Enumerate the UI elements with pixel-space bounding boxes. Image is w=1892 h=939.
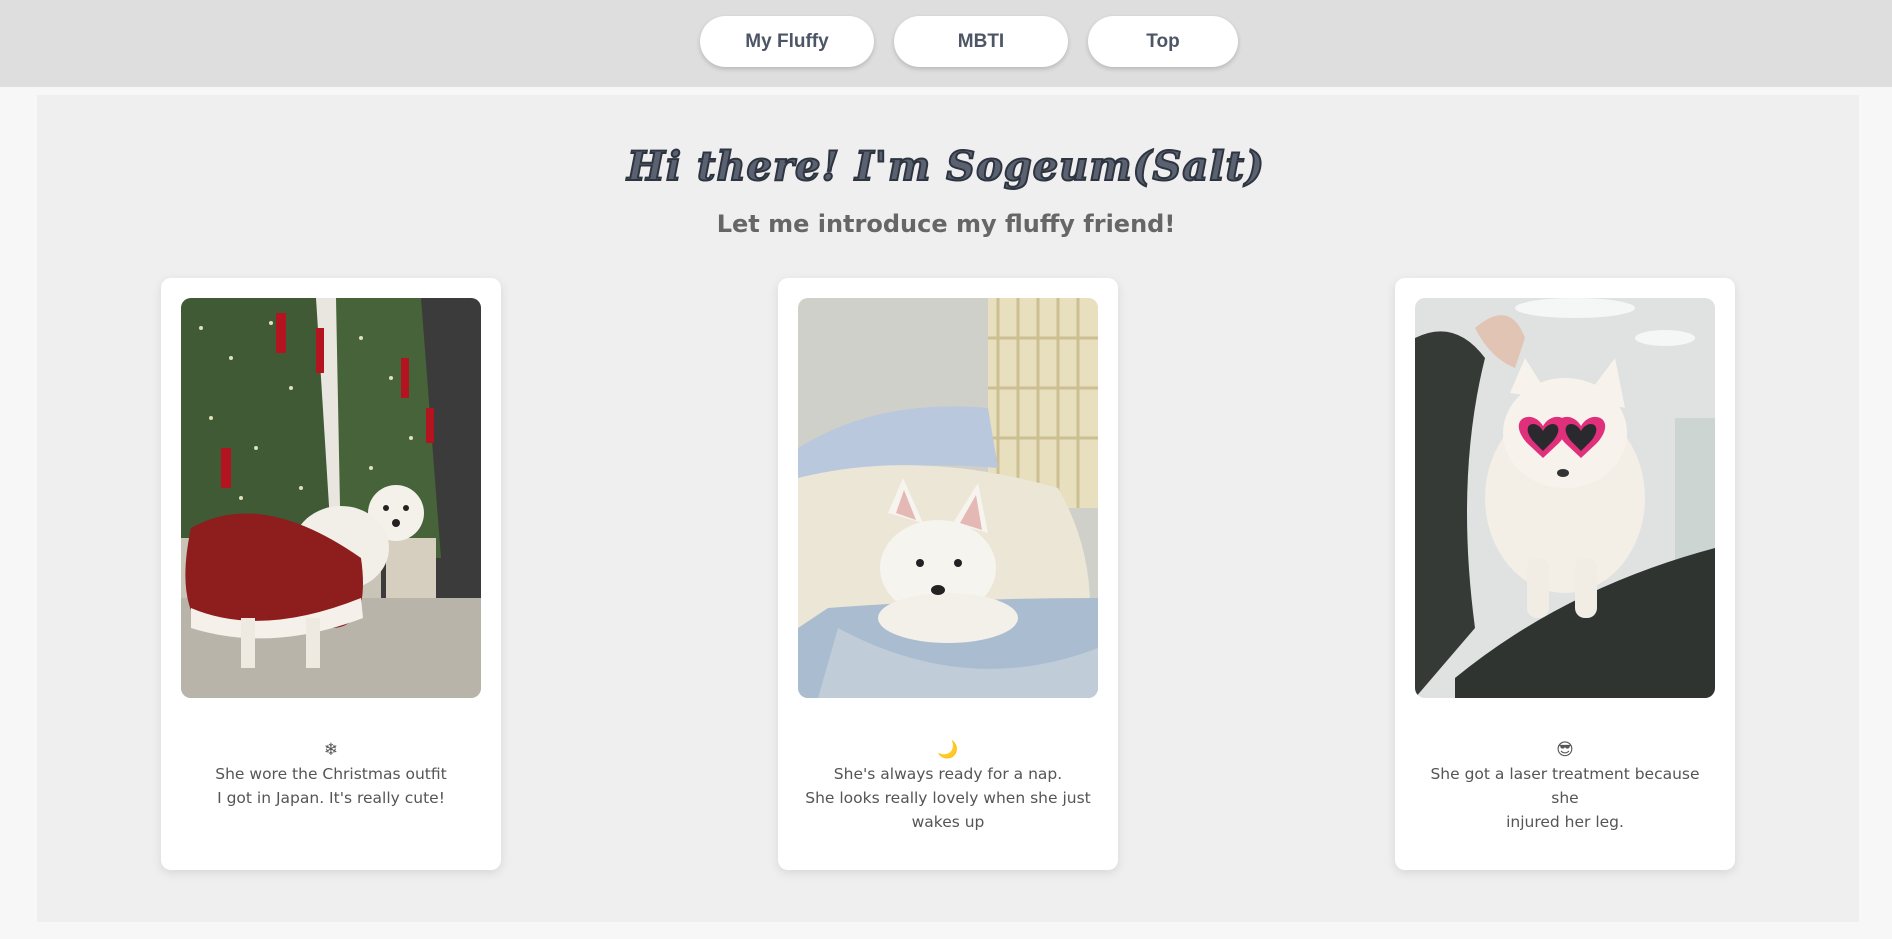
nav-my-fluffy-button[interactable]: My Fluffy: [700, 16, 874, 67]
caption-line: injured her leg.: [1506, 813, 1624, 831]
top-navigation-bar: My Fluffy MBTI Top: [0, 0, 1892, 87]
christmas-dog-photo: [181, 298, 481, 698]
photo-card-nap: 🌙 She's always ready for a nap. She look…: [778, 278, 1118, 870]
snowflake-icon: ❄: [323, 740, 339, 760]
caption-line: wakes up: [911, 813, 985, 831]
nav-top-button[interactable]: Top: [1088, 16, 1238, 67]
sunglasses-dog-photo: [1415, 298, 1715, 698]
crescent-moon-icon: 🌙: [937, 740, 959, 760]
photo-card-sunglasses: 😎 She got a laser treatment because she …: [1395, 278, 1735, 870]
page-subtitle: Let me introduce my fluffy friend!: [716, 210, 1176, 238]
caption-line: I got in Japan. It's really cute!: [217, 789, 445, 807]
nav-mbti-button[interactable]: MBTI: [894, 16, 1068, 67]
card-caption: 🌙 She's always ready for a nap. She look…: [798, 738, 1098, 834]
caption-line: She looks really lovely when she just: [805, 789, 1091, 807]
caption-line: She wore the Christmas outfit: [215, 765, 447, 783]
napping-dog-photo: [798, 298, 1098, 698]
page-title: Hi there! I'm Sogeum(Salt): [626, 142, 1265, 191]
caption-line: She's always ready for a nap.: [833, 765, 1063, 783]
sunglasses-face-icon: 😎: [1556, 740, 1574, 760]
card-caption: 😎 She got a laser treatment because she …: [1415, 738, 1715, 834]
caption-line: She got a laser treatment because she: [1430, 765, 1700, 807]
photo-card-christmas: ❄ She wore the Christmas outfit I got in…: [161, 278, 501, 870]
card-caption: ❄ She wore the Christmas outfit I got in…: [181, 738, 481, 810]
